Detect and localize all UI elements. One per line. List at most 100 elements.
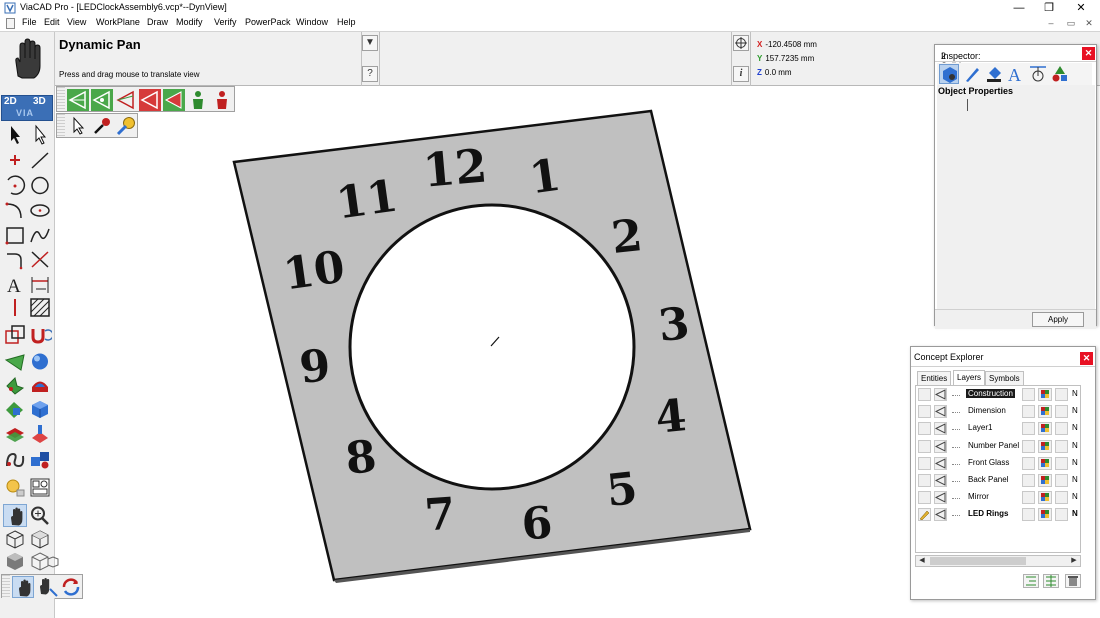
tab-symbols[interactable]: Symbols [985,371,1024,385]
box-solid-button[interactable] [28,398,52,421]
window-close-button[interactable]: ✕ [1066,0,1096,16]
layer-row[interactable]: Mirror N [916,490,1080,507]
tangent-arc-button[interactable] [3,199,27,222]
mdi-restore-button[interactable]: ▭ [1064,16,1078,31]
layer-lock-toggle[interactable] [1055,405,1068,419]
point-tool-button[interactable] [3,149,27,172]
layer-solid-button[interactable] [3,422,27,445]
fillet-tool-button[interactable] [3,248,27,271]
arc-tool-button[interactable] [3,174,27,197]
tab-layers[interactable]: Layers [953,370,986,385]
sphere-button[interactable] [28,350,52,373]
flyout-pan-button[interactable] [12,576,34,598]
menu-verify[interactable]: Verify [214,17,237,27]
layer-name[interactable]: Construction [966,389,1015,398]
layer-color-swatch[interactable] [1038,405,1052,419]
layer-row[interactable]: Dimension N [916,404,1080,421]
extrude-button[interactable] [3,350,27,373]
layer-visibility-toggle[interactable] [1022,405,1035,419]
inspector-tab-object[interactable] [939,64,959,84]
inspector-tab-color[interactable] [1050,64,1070,84]
layer-color-swatch[interactable] [1038,474,1052,487]
menu-help[interactable]: Help [337,17,356,27]
layer-row[interactable]: LED Rings N [916,507,1080,524]
trim-tool-button[interactable] [28,248,52,271]
layer-lock-toggle[interactable] [1055,474,1068,487]
sketch-tool-button[interactable] [3,296,27,319]
layer-name[interactable]: Front Glass [968,458,1009,467]
layer-row[interactable]: Layer1 N [916,421,1080,438]
view-front-button[interactable] [28,528,52,551]
layer-row[interactable]: Back Panel N [916,473,1080,490]
layer-color-swatch[interactable] [1038,439,1052,453]
select-outline-arrow-button[interactable] [28,123,52,146]
mode-toggle[interactable]: 2D 3D VIA [1,95,53,121]
layer-active-toggle[interactable] [918,439,931,453]
view-shaded-button[interactable] [3,550,27,573]
layer-visibility-toggle[interactable] [1022,439,1035,453]
select-arrow-button[interactable] [3,123,27,146]
layer-new-button[interactable] [1043,574,1059,588]
layer-visibility-toggle[interactable] [1022,388,1035,401]
layer-active-toggle[interactable] [918,422,931,436]
layer-name[interactable]: Dimension [968,406,1006,415]
line-tool-button[interactable] [28,149,52,172]
layer-snap-toggle[interactable] [934,508,947,522]
document-icon[interactable] [6,18,15,29]
dimension-tool-button[interactable] [28,273,52,296]
prompt-dropdown-button[interactable]: ▼ [362,35,378,51]
layer-color-swatch[interactable] [1038,422,1052,436]
layer-active-toggle[interactable] [918,474,931,487]
layer-visibility-toggle[interactable] [1022,508,1035,522]
menu-view[interactable]: View [67,17,86,27]
layer-visibility-toggle[interactable] [1022,491,1035,505]
layer-lock-toggle[interactable] [1055,456,1068,470]
inspector-tab-text[interactable]: A [1006,64,1026,84]
menu-draw[interactable]: Draw [147,17,168,27]
menu-edit[interactable]: Edit [44,17,60,27]
menu-file[interactable]: File [22,17,37,27]
transform-rotate-button[interactable] [28,323,52,346]
scroll-thumb[interactable] [930,557,1026,565]
window-minimize-button[interactable]: — [1004,0,1034,16]
inspector-tab-fill[interactable] [984,64,1004,84]
layer-lock-toggle[interactable] [1055,422,1068,436]
crosshair-button[interactable] [733,35,749,51]
blend-button[interactable] [28,422,52,445]
layer-color-swatch[interactable] [1038,456,1052,470]
layer-delete-button[interactable] [1065,574,1081,588]
layer-active-toggle[interactable] [918,405,931,419]
menu-workplane[interactable]: WorkPlane [96,17,140,27]
layer-snap-toggle[interactable] [934,388,947,401]
center-cutout[interactable] [348,203,636,491]
multi-solid-button[interactable] [28,448,52,471]
layer-color-swatch[interactable] [1038,491,1052,505]
layer-lock-toggle[interactable] [1055,491,1068,505]
mdi-minimize-button[interactable]: – [1044,16,1058,31]
layer-snap-toggle[interactable] [934,456,947,470]
layer-indent-button[interactable] [1023,574,1039,588]
layer-active-toggle[interactable] [918,508,931,522]
prompt-help-button[interactable]: ? [362,66,378,82]
layout-button[interactable] [28,476,52,499]
transform-scale-button[interactable] [3,323,27,346]
layer-row[interactable]: Front Glass N [916,456,1080,473]
layer-visibility-toggle[interactable] [1022,456,1035,470]
inspector-tab-dimension[interactable] [1028,64,1048,84]
inspector-title-bar[interactable]: Inspector: 2 Solid [935,45,1096,71]
mode-2d-label[interactable]: 2D [4,96,17,107]
scroll-right-button[interactable]: ▶ [1068,555,1080,567]
pan-view-button[interactable] [3,504,27,527]
toolbar-grip[interactable] [2,575,10,598]
layers-horizontal-scrollbar[interactable]: ◀ ▶ [915,555,1081,567]
layer-visibility-toggle[interactable] [1022,474,1035,487]
layer-name[interactable]: LED Rings [968,509,1008,518]
boolean-button[interactable] [3,398,27,421]
layer-snap-toggle[interactable] [934,474,947,487]
layer-snap-toggle[interactable] [934,439,947,453]
text-tool-button[interactable]: A [3,273,27,296]
concept-explorer-title-bar[interactable]: Concept Explorer [911,347,1095,367]
spring-button[interactable] [3,448,27,471]
layer-snap-toggle[interactable] [934,405,947,419]
apply-button[interactable]: Apply [1032,312,1084,327]
